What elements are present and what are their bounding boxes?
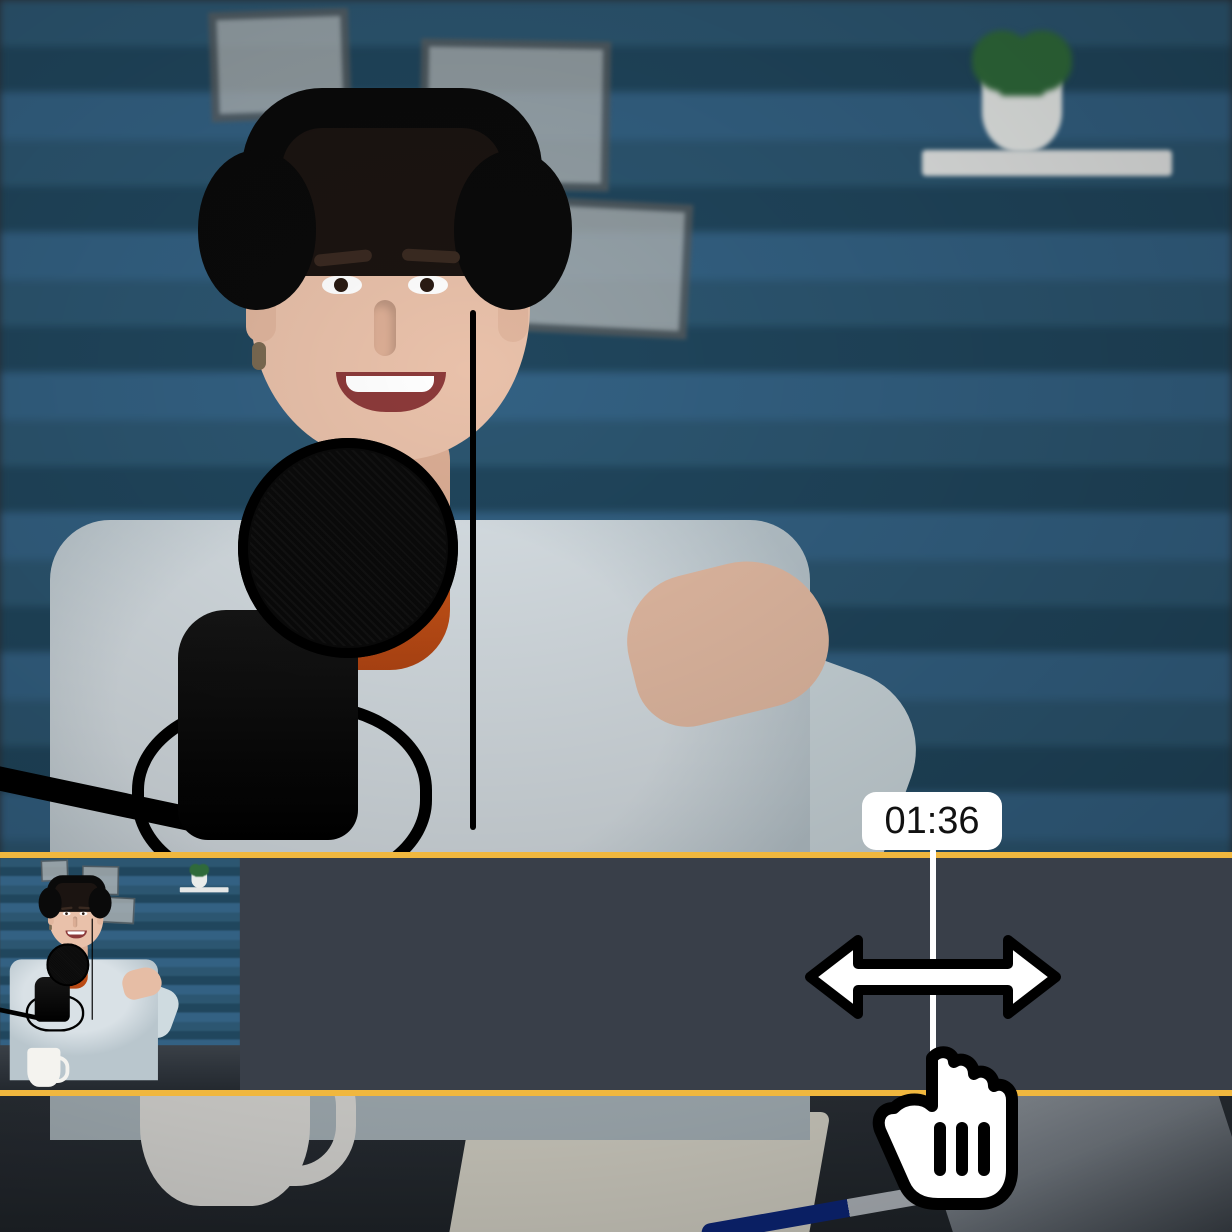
resize-horizontal-icon[interactable]	[802, 922, 1064, 1032]
clip-thumbnail[interactable]	[0, 858, 240, 1090]
grab-hand-icon[interactable]	[862, 1042, 1032, 1212]
playhead-time-badge[interactable]: 01:36	[862, 792, 1002, 850]
editor-stage: 01:36	[0, 0, 1232, 1232]
